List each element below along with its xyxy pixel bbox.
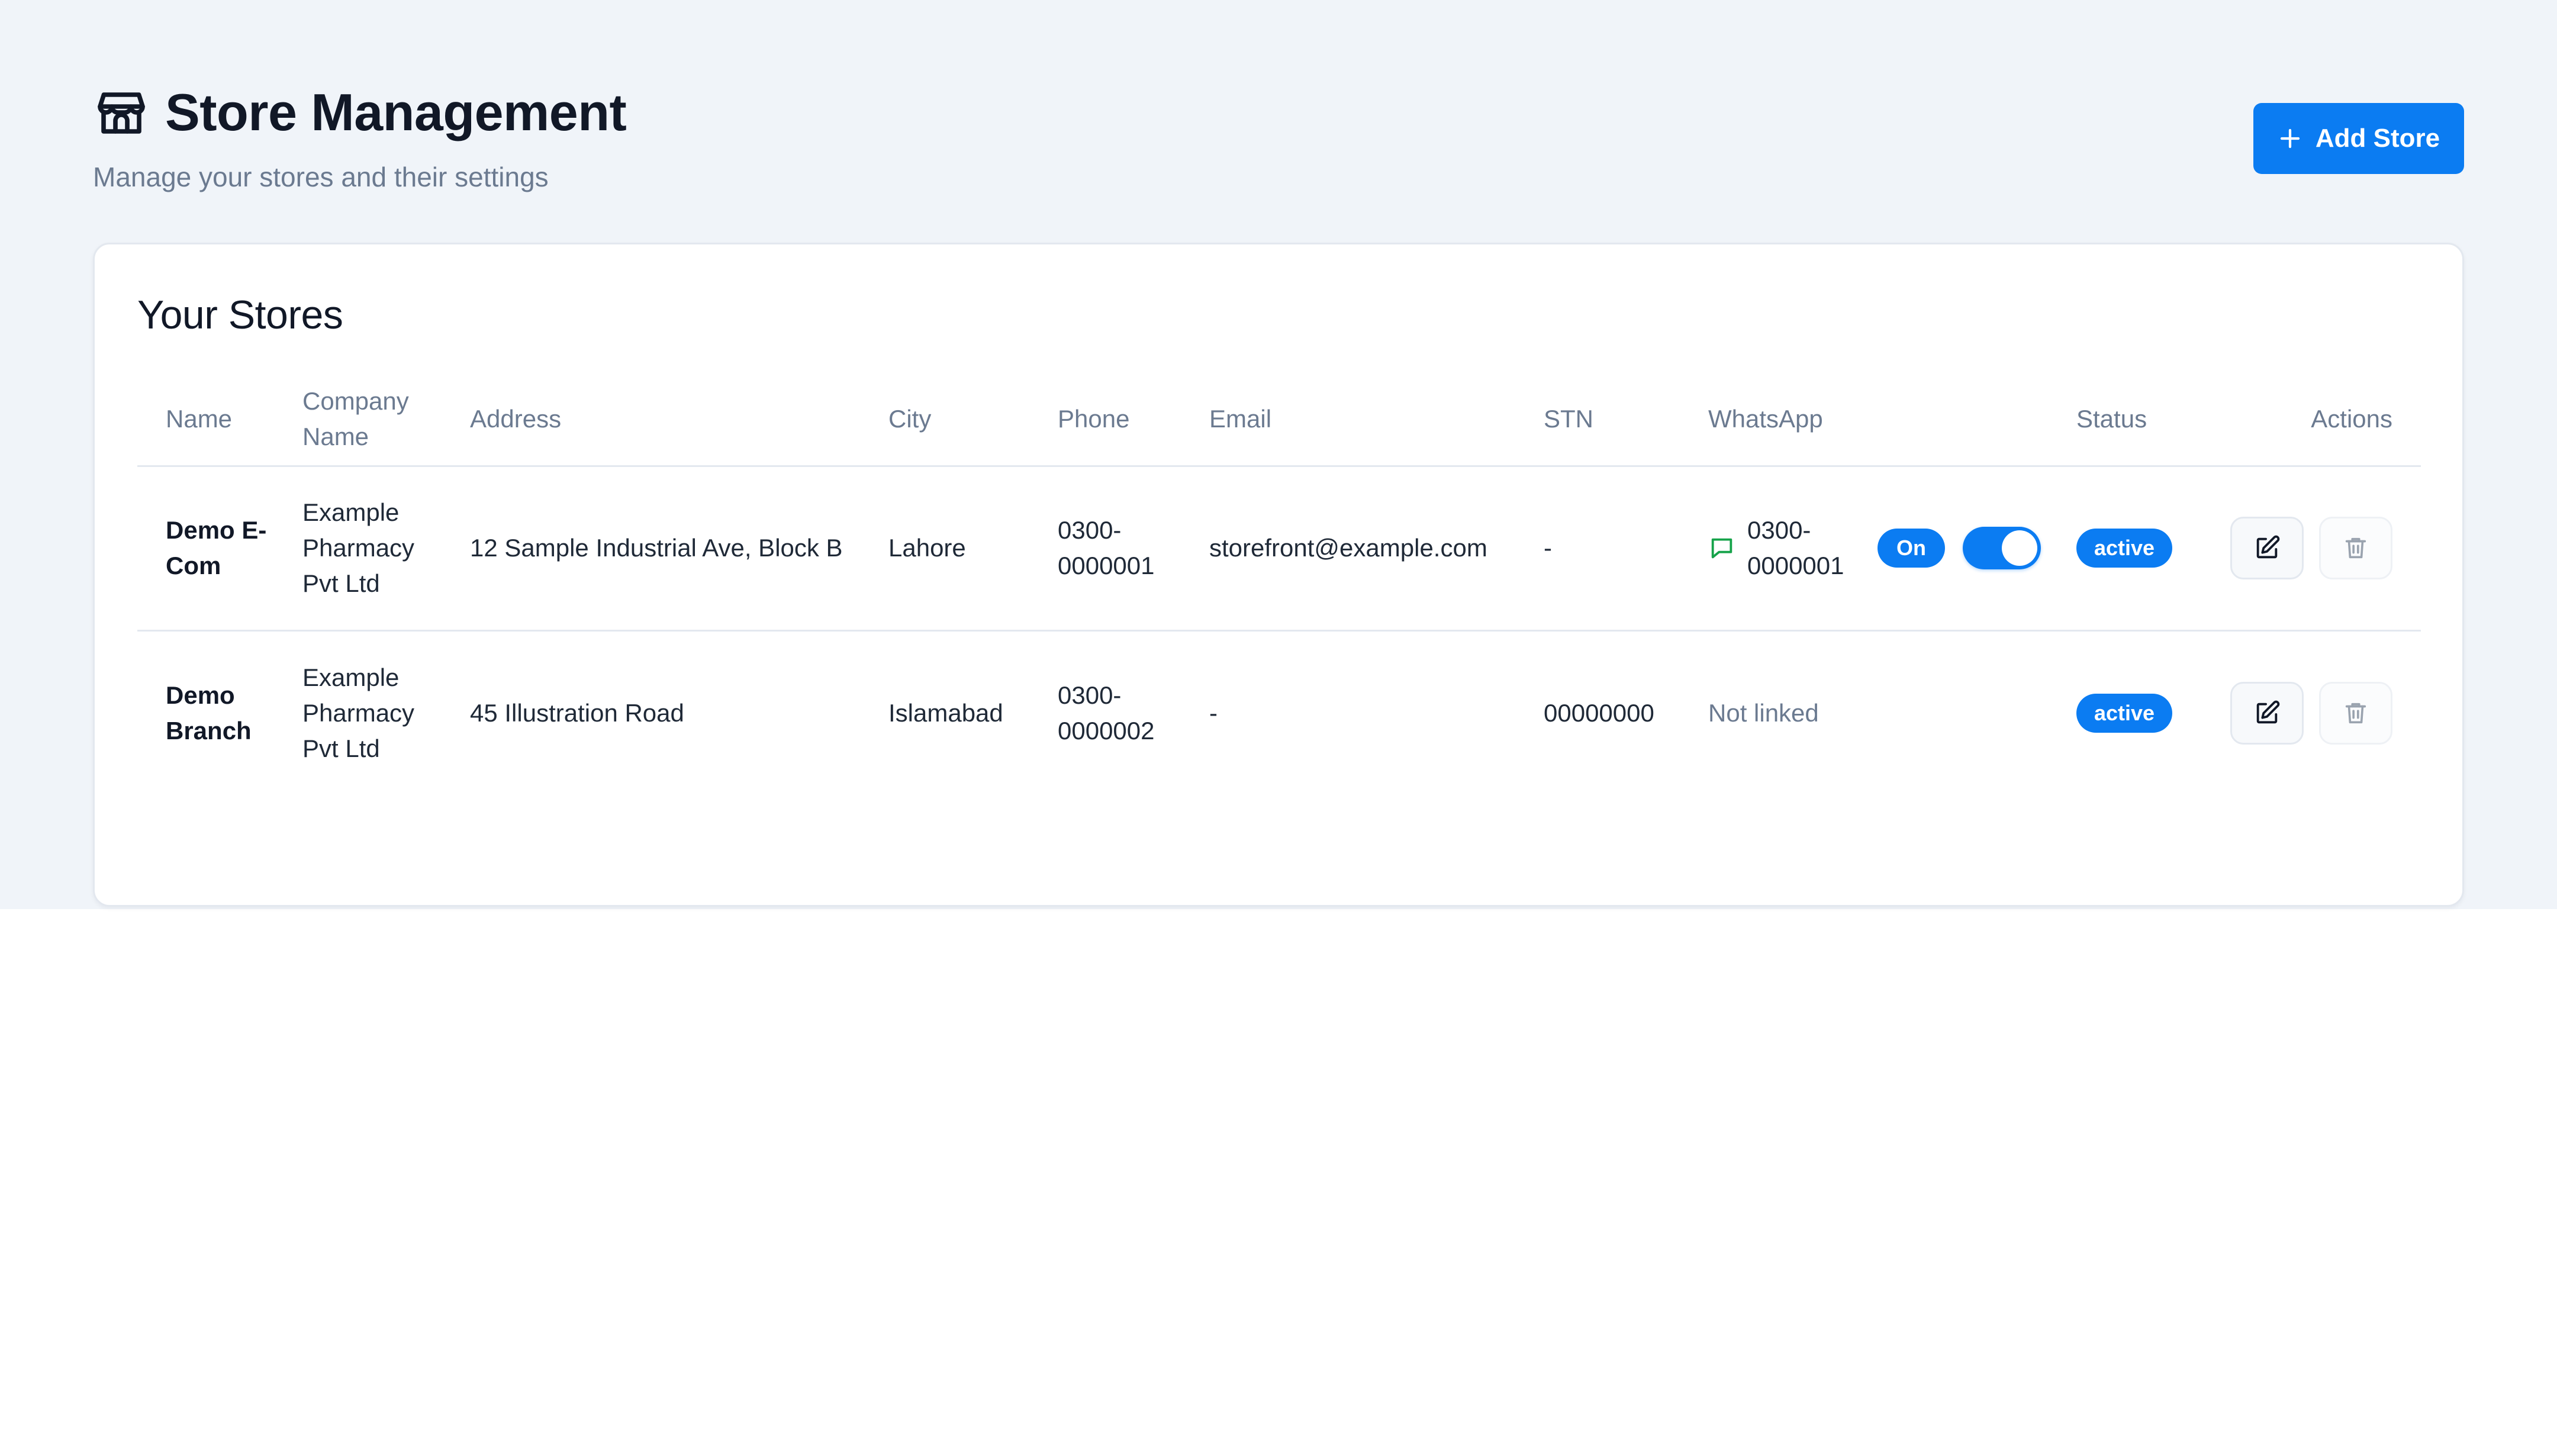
store-management-page: Store Management Manage your stores and … bbox=[93, 77, 2464, 907]
stn: - bbox=[1515, 466, 1680, 632]
actions-cell bbox=[2202, 466, 2421, 632]
delete-button[interactable] bbox=[2319, 517, 2392, 579]
column-header-company[interactable]: Company Name bbox=[274, 373, 442, 467]
edit-button[interactable] bbox=[2230, 681, 2304, 745]
table-row[interactable]: Demo E-Com Example Pharmacy Pvt Ltd 12 S… bbox=[137, 466, 2421, 632]
whatsapp-number: 0300-0000001 bbox=[1747, 516, 1844, 579]
column-header-email[interactable]: Email bbox=[1181, 373, 1515, 467]
whatsapp-not-linked: Not linked bbox=[1708, 698, 1819, 727]
add-store-label: Add Store bbox=[2315, 124, 2440, 153]
column-header-address[interactable]: Address bbox=[442, 373, 860, 467]
whatsapp-cell: 0300-0000001 On bbox=[1680, 466, 2048, 632]
phone: 0300-0000001 bbox=[1029, 466, 1181, 632]
stores-table: Name Company Name Address City Phone Ema… bbox=[137, 373, 2421, 795]
edit-button[interactable] bbox=[2230, 517, 2304, 579]
store-icon bbox=[93, 84, 150, 141]
column-header-status[interactable]: Status bbox=[2048, 373, 2202, 467]
edit-icon bbox=[2253, 534, 2281, 562]
city: Islamabad bbox=[888, 698, 1003, 727]
card-title: Your Stores bbox=[137, 292, 343, 337]
table-row[interactable]: Demo Branch Example Pharmacy Pvt Ltd 45 … bbox=[137, 630, 2421, 795]
toggle-knob bbox=[2002, 530, 2037, 566]
whatsapp-on-badge: On bbox=[1878, 529, 1945, 568]
title-row: Store Management bbox=[93, 77, 2464, 148]
phone: 0300-0000002 bbox=[1058, 681, 1155, 745]
status-cell: active bbox=[2048, 630, 2202, 795]
status-badge: active bbox=[2076, 693, 2173, 733]
delete-button[interactable] bbox=[2319, 681, 2392, 745]
status-badge: active bbox=[2076, 529, 2173, 568]
company-name: Example Pharmacy Pvt Ltd bbox=[302, 663, 415, 762]
status-cell: active bbox=[2048, 466, 2202, 632]
stores-card: Your Stores Name Company Name Address Ci… bbox=[93, 243, 2464, 907]
column-header-city[interactable]: City bbox=[860, 373, 1029, 467]
address: 12 Sample Industrial Ave, Block B bbox=[442, 466, 860, 632]
store-name: Demo E-Com bbox=[137, 466, 274, 632]
page-header: Store Management Manage your stores and … bbox=[93, 77, 2464, 237]
trash-icon bbox=[2342, 534, 2369, 562]
column-header-stn[interactable]: STN bbox=[1515, 373, 1680, 467]
column-header-name[interactable]: Name bbox=[137, 373, 274, 467]
company-name: Example Pharmacy Pvt Ltd bbox=[274, 466, 442, 632]
whatsapp-toggle[interactable] bbox=[1963, 527, 2041, 569]
add-store-button[interactable]: Add Store bbox=[2253, 103, 2464, 174]
store-name: Demo Branch bbox=[166, 681, 252, 745]
edit-icon bbox=[2253, 700, 2281, 727]
trash-icon bbox=[2342, 700, 2369, 727]
page-subtitle: Manage your stores and their settings bbox=[93, 162, 549, 192]
actions-cell bbox=[2202, 630, 2421, 795]
plus-icon bbox=[2278, 126, 2302, 151]
stn: 00000000 bbox=[1544, 698, 1654, 727]
table-header-row: Name Company Name Address City Phone Ema… bbox=[137, 373, 2421, 467]
column-header-whatsapp[interactable]: WhatsApp bbox=[1680, 373, 2048, 467]
column-header-actions: Actions bbox=[2202, 373, 2421, 467]
email: storefront@example.com bbox=[1181, 466, 1515, 632]
message-icon bbox=[1708, 534, 1735, 562]
page-title: Store Management bbox=[165, 83, 627, 141]
address: 45 Illustration Road bbox=[470, 698, 684, 727]
column-header-phone[interactable]: Phone bbox=[1029, 373, 1181, 467]
email: - bbox=[1209, 698, 1218, 727]
city: Lahore bbox=[860, 466, 1029, 632]
